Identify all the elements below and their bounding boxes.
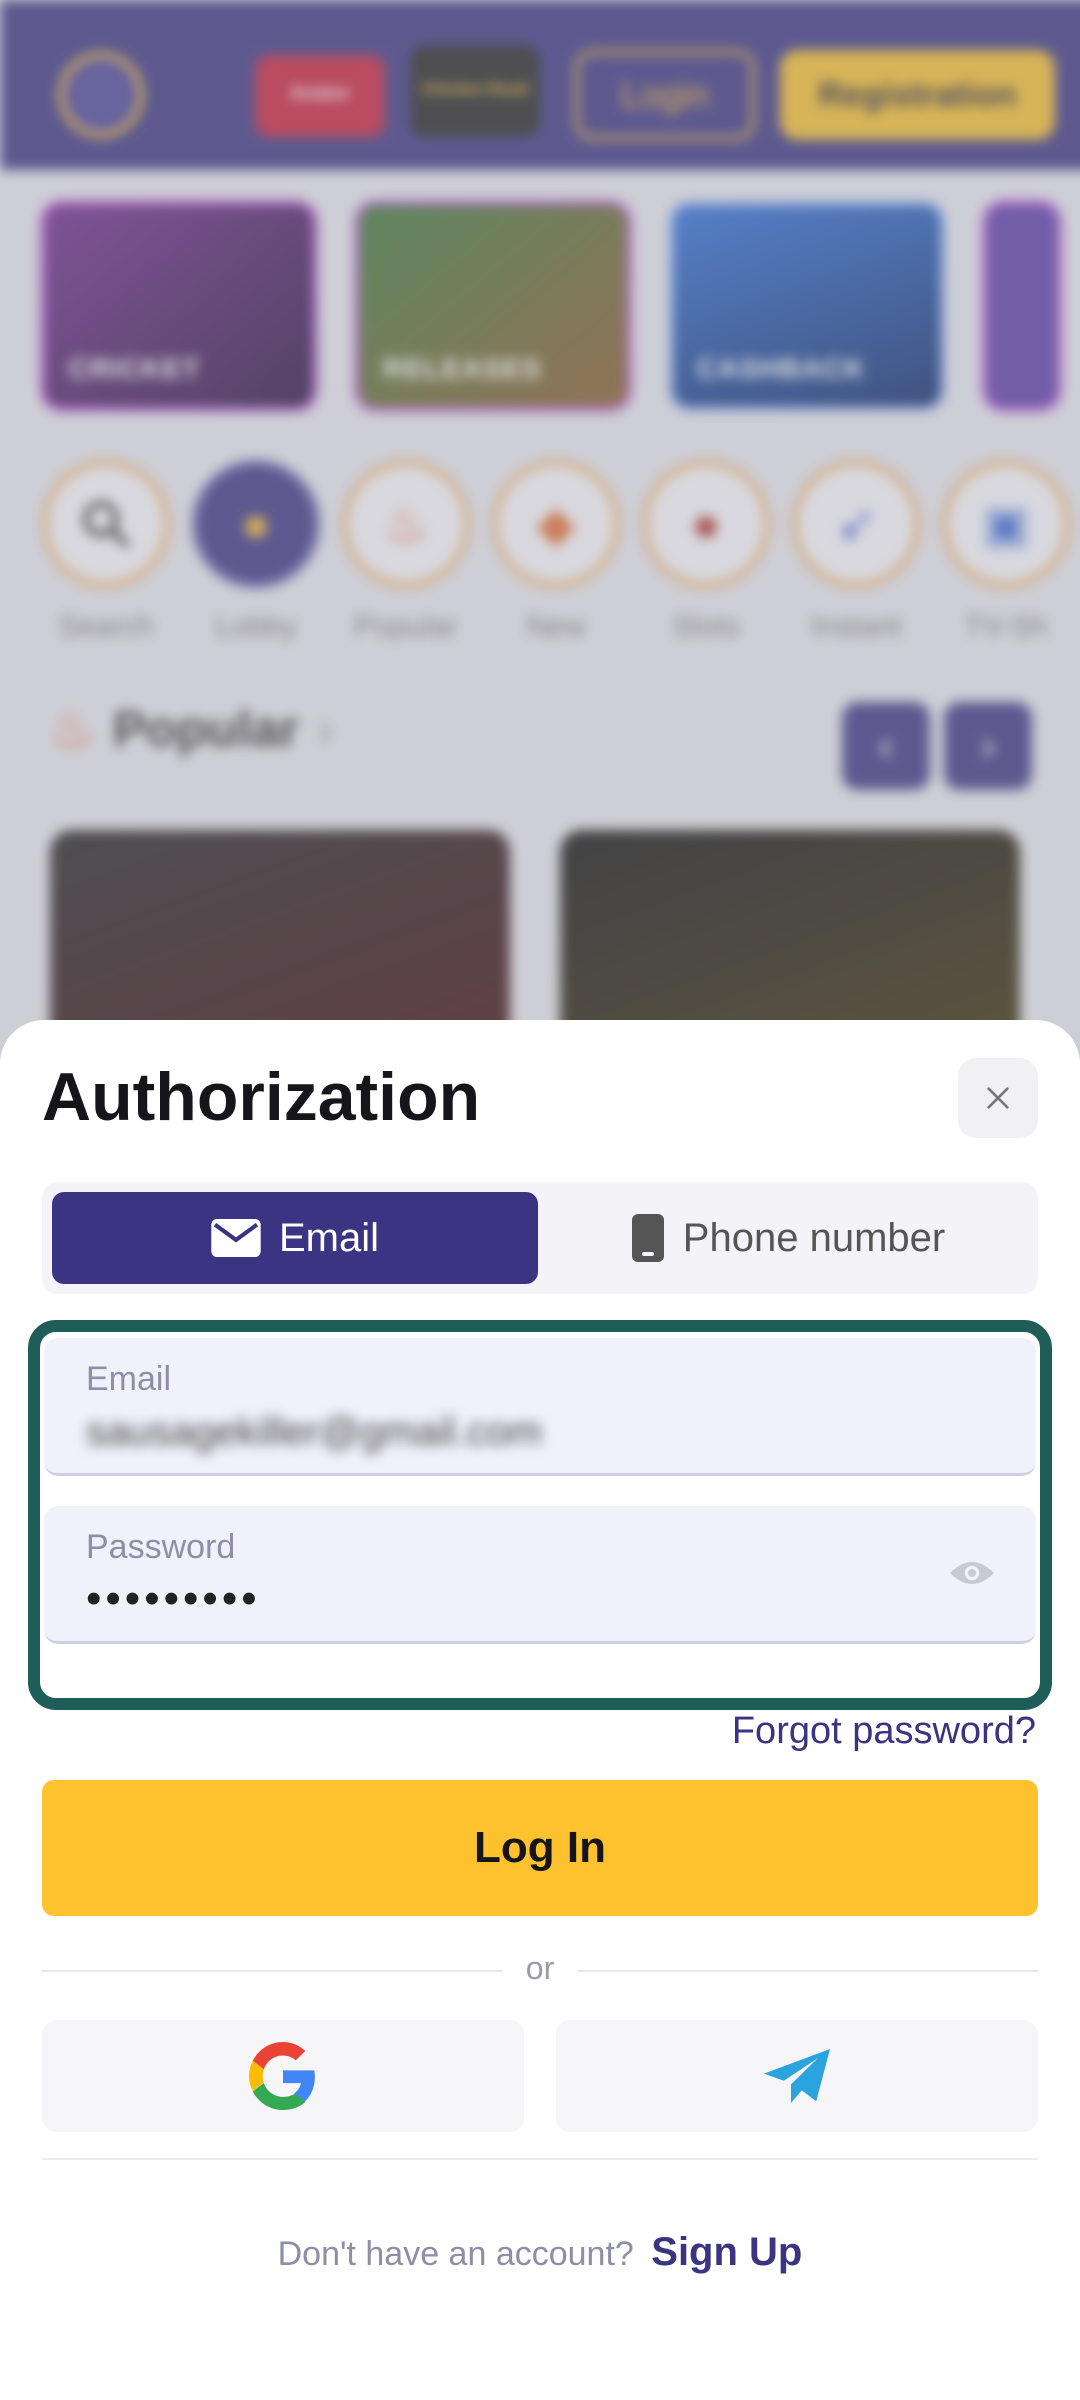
email-field-value: sausagekiller@gmail.com: [86, 1410, 543, 1454]
mail-icon: [211, 1219, 261, 1257]
sign-up-link[interactable]: Sign Up: [651, 2230, 802, 2274]
phone-icon: [631, 1214, 664, 1262]
telegram-login-button[interactable]: [556, 2020, 1038, 2132]
password-field[interactable]: Password •••••••••: [44, 1506, 1036, 1644]
tab-phone-number[interactable]: Phone number: [548, 1192, 1028, 1284]
sheet-title: Authorization: [42, 1059, 481, 1135]
password-field-value: •••••••••: [86, 1574, 261, 1623]
tab-phone-label: Phone number: [682, 1215, 946, 1260]
google-icon: [249, 2042, 315, 2110]
tab-email-label: Email: [278, 1215, 380, 1260]
show-password-toggle[interactable]: [948, 1556, 996, 1595]
eye-icon: [950, 1562, 994, 1584]
email-field-label: Email: [86, 1360, 172, 1398]
auth-method-tabs: Email Phone number: [42, 1182, 1038, 1294]
or-divider: or: [42, 1950, 1038, 1990]
telegram-icon: [764, 2049, 830, 2103]
email-field[interactable]: Email sausagekiller@gmail.com: [44, 1338, 1036, 1476]
modal-overlay[interactable]: [0, 0, 1080, 1060]
section-separator: [42, 2158, 1038, 2160]
close-button[interactable]: [958, 1058, 1038, 1138]
signup-prompt: Don't have an account?: [277, 2235, 634, 2273]
tab-email[interactable]: Email: [52, 1192, 538, 1284]
log-in-button[interactable]: Log In: [42, 1780, 1038, 1916]
signup-row: Don't have an account? Sign Up: [0, 2230, 1080, 2275]
forgot-password-link[interactable]: Forgot password?: [732, 1710, 1036, 1753]
authorization-sheet: Authorization Email Phone number Email s…: [0, 1020, 1080, 2400]
password-field-label: Password: [86, 1528, 236, 1566]
google-login-button[interactable]: [42, 2020, 524, 2132]
close-icon: [987, 1087, 1009, 1109]
